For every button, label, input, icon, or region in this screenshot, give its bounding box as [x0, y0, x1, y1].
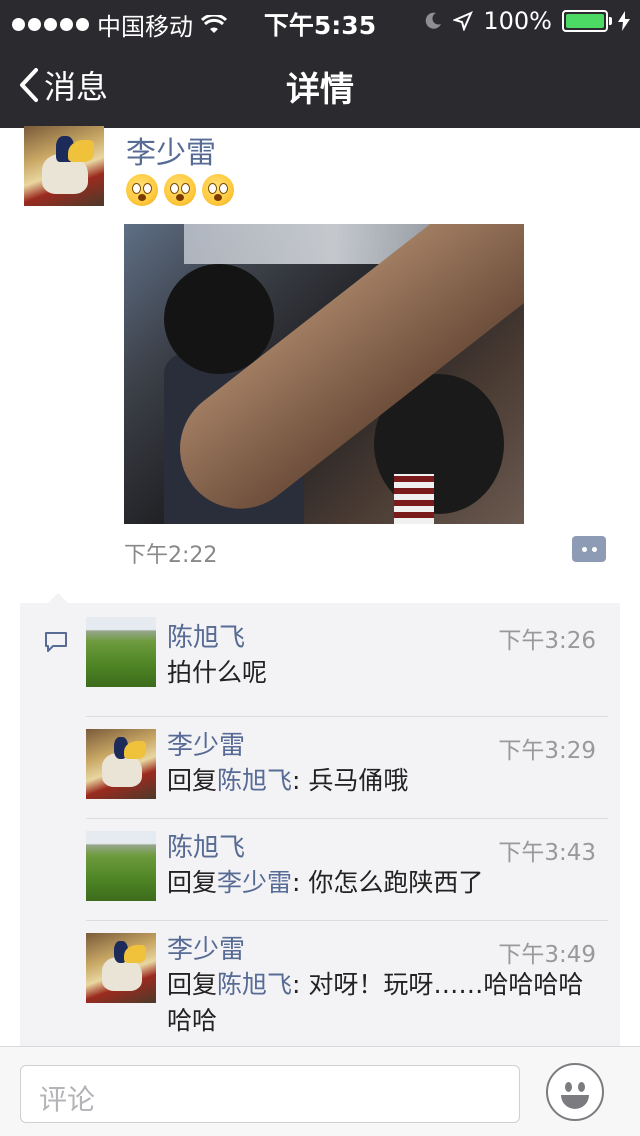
status-right: 100% — [423, 7, 630, 35]
commenter-name[interactable]: 李少雷 — [167, 725, 245, 762]
reply-prefix: 回复 — [167, 766, 218, 795]
commenter-name[interactable]: 陈旭飞 — [167, 617, 245, 654]
comment-input[interactable]: 评论 — [20, 1065, 520, 1123]
commenter-avatar[interactable] — [86, 617, 156, 687]
reply-body: : 兵马俑哦 — [292, 766, 409, 795]
commenter-name[interactable]: 李少雷 — [167, 929, 245, 966]
shocked-face-icon — [126, 174, 158, 206]
comment-text: 回复李少雷: 你怎么跑陕西了 — [167, 865, 597, 901]
comment-time: 下午3:26 — [498, 628, 596, 654]
comment-text: 回复陈旭飞: 对呀！玩呀……哈哈哈哈哈哈 — [167, 967, 597, 1039]
top-bar: 中国移动 下午5:35 100% 消息 详情 — [0, 0, 640, 128]
comment-text: 拍什么呢 — [167, 658, 268, 687]
comment-time: 下午3:43 — [498, 840, 596, 866]
comment-time: 下午3:29 — [498, 738, 596, 764]
comment-bubble-icon — [45, 632, 67, 652]
post-author-name[interactable]: 李少雷 — [126, 128, 216, 172]
reply-target-name[interactable]: 陈旭飞 — [217, 970, 292, 999]
comment-item[interactable]: 陈旭飞 下午3:26 拍什么呢 — [86, 617, 608, 717]
status-bar: 中国移动 下午5:35 100% — [0, 0, 640, 41]
comments-panel: 陈旭飞 下午3:26 拍什么呢 李少雷 下午3:29 回复陈旭飞: 兵马俑哦 陈… — [20, 593, 620, 1048]
location-arrow-icon — [453, 11, 474, 31]
reply-prefix: 回复 — [167, 868, 218, 897]
post-text-emojis — [126, 174, 234, 206]
commenter-avatar[interactable] — [86, 729, 156, 799]
moments-detail-screen: 中国移动 下午5:35 100% 消息 详情 李少雷 下午2:22 陈旭飞 下午… — [0, 0, 640, 1136]
comment-item[interactable]: 李少雷 下午3:49 回复陈旭飞: 对呀！玩呀……哈哈哈哈哈哈 — [86, 920, 608, 1048]
post-author-avatar[interactable] — [24, 126, 104, 206]
smiley-face-icon[interactable] — [546, 1063, 604, 1121]
commenter-avatar[interactable] — [86, 831, 156, 901]
comment-dots-icon[interactable] — [572, 536, 606, 562]
comment-text: 回复陈旭飞: 兵马俑哦 — [167, 763, 597, 799]
post-timestamp: 下午2:22 — [124, 543, 218, 568]
reply-target-name[interactable]: 陈旭飞 — [217, 766, 292, 795]
commenter-name[interactable]: 陈旭飞 — [167, 827, 245, 864]
comment-item[interactable]: 陈旭飞 下午3:43 回复李少雷: 你怎么跑陕西了 — [86, 818, 608, 920]
shocked-face-icon — [164, 174, 196, 206]
shocked-face-icon — [202, 174, 234, 206]
comment-time: 下午3:49 — [498, 942, 596, 968]
page-title: 详情 — [286, 70, 354, 110]
battery-percent: 100% — [483, 7, 552, 35]
post-photo[interactable] — [124, 224, 524, 524]
comment-input-bar: 评论 — [0, 1046, 640, 1136]
battery-icon — [562, 10, 612, 32]
reply-body: : 你怎么跑陕西了 — [292, 868, 484, 897]
moon-icon — [426, 12, 442, 29]
comment-item[interactable]: 李少雷 下午3:29 回复陈旭飞: 兵马俑哦 — [86, 716, 608, 818]
reply-target-name[interactable]: 李少雷 — [217, 868, 292, 897]
charging-bolt-icon — [618, 11, 630, 31]
commenter-avatar[interactable] — [86, 933, 156, 1003]
nav-bar: 消息 详情 — [0, 40, 640, 128]
reply-prefix: 回复 — [167, 970, 218, 999]
